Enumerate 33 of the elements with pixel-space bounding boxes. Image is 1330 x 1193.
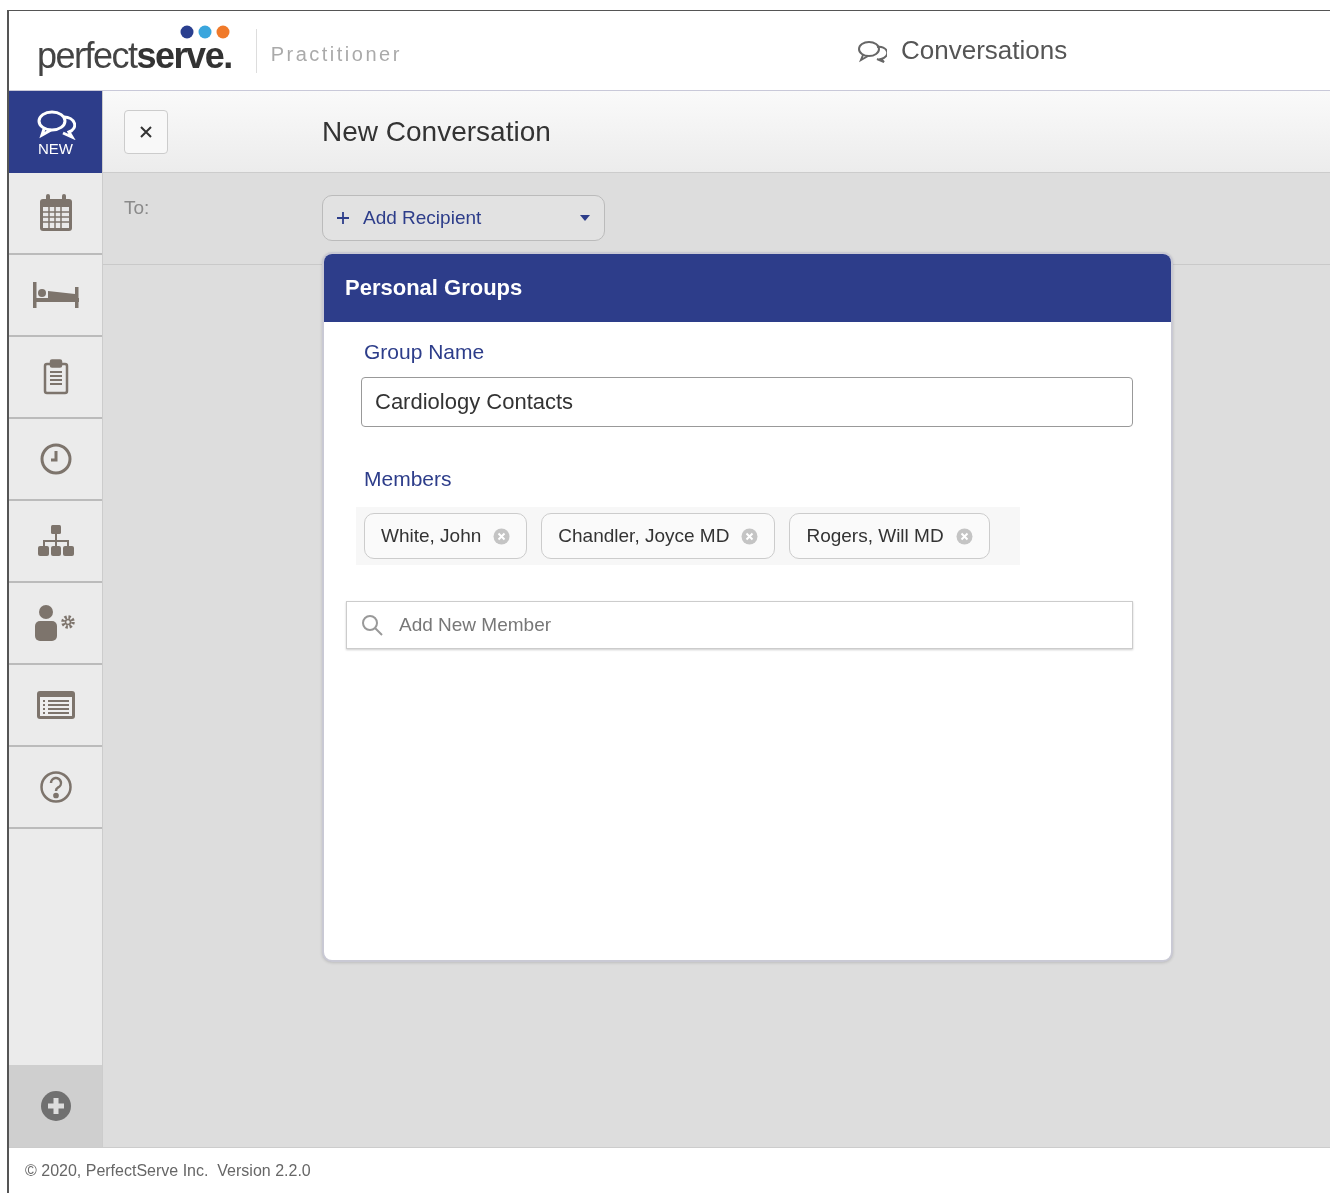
panel-title: Personal Groups — [345, 275, 523, 301]
add-button[interactable] — [9, 1065, 102, 1147]
add-recipient-dropdown[interactable]: Add Recipient — [322, 195, 605, 241]
clipboard-icon — [42, 359, 69, 395]
member-search-field[interactable]: Add New Member — [346, 601, 1133, 649]
sidebar-item[interactable]: NEW — [9, 91, 102, 173]
group-name-label: Group Name — [364, 340, 486, 364]
member-chip[interactable]: White, John — [364, 513, 528, 559]
chat-icon — [857, 38, 887, 63]
clock-icon — [38, 442, 73, 476]
hierarchy-icon — [36, 524, 75, 558]
section-title: Conversations — [901, 35, 1068, 66]
members-label: Members — [364, 467, 453, 491]
plus-icon — [337, 212, 349, 224]
group-name-field[interactable]: Cardiology Contacts — [361, 377, 1133, 427]
calendar-icon — [37, 193, 74, 233]
to-label: To: — [124, 197, 151, 219]
footer-text: © 2020, PerfectServe Inc. Version 2.2.0 — [25, 1161, 311, 1180]
search-icon — [361, 614, 383, 636]
member-chip[interactable]: Chandler, Joyce MD — [541, 513, 776, 559]
logo-dots-icon — [179, 24, 230, 39]
close-button[interactable] — [124, 109, 168, 154]
member-chip[interactable]: Rogers, Will MD — [789, 513, 990, 559]
bed-icon — [31, 281, 80, 309]
plus-icon — [39, 1090, 72, 1122]
help-icon — [38, 770, 73, 804]
caret-icon — [580, 215, 590, 221]
logo: perfectserve. — [37, 34, 232, 76]
conversation-title: New Conversation — [322, 115, 551, 148]
user-gear-icon — [33, 604, 78, 642]
list-window-icon — [35, 690, 76, 720]
close-icon — [140, 125, 152, 138]
product-name: Practitioner — [255, 28, 402, 73]
